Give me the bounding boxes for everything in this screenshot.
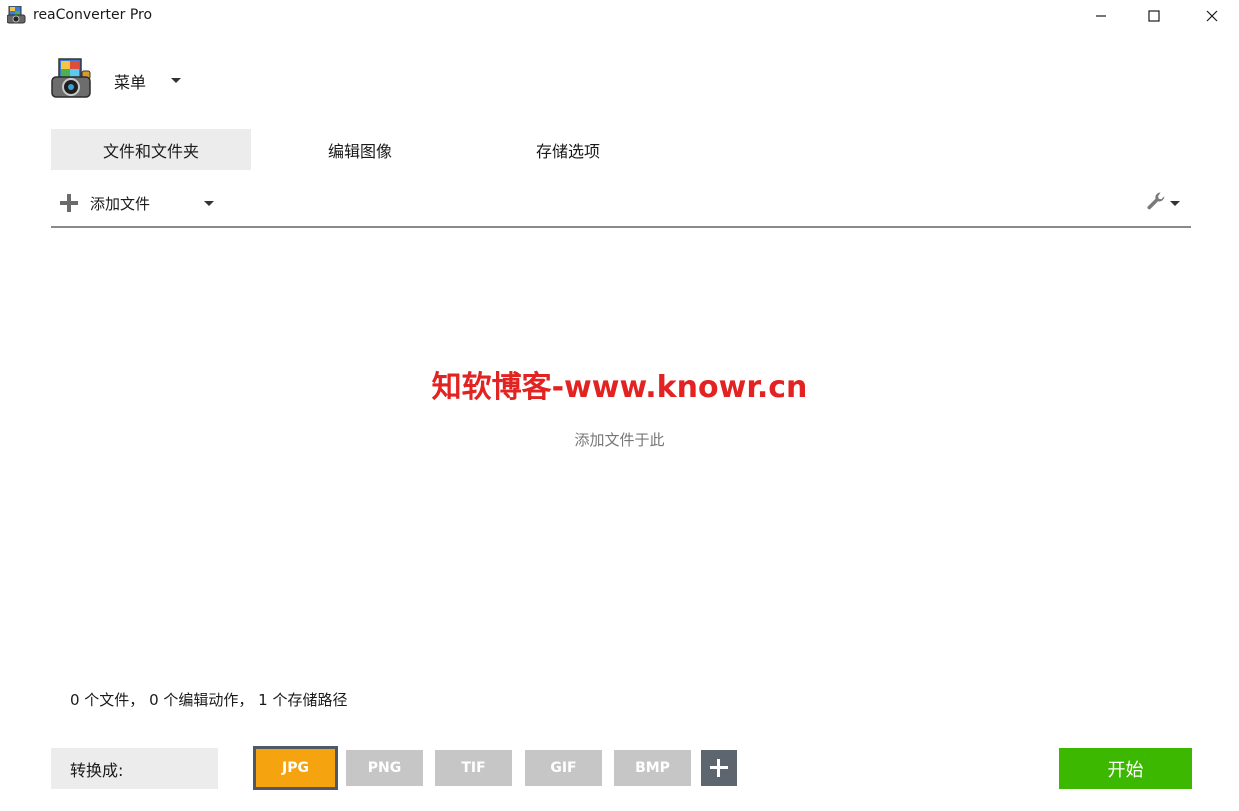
menu-label[interactable]: 菜单 xyxy=(114,69,146,93)
tab-saving-options[interactable]: 存储选项 xyxy=(468,129,668,170)
format-jpg-button[interactable]: JPG xyxy=(253,746,338,790)
tab-files-and-folders[interactable]: 文件和文件夹 xyxy=(51,129,251,170)
menu-dropdown-caret-icon[interactable] xyxy=(171,78,181,83)
maximize-button[interactable] xyxy=(1131,0,1177,32)
window-title: reaConverter Pro xyxy=(33,7,153,23)
close-button[interactable] xyxy=(1189,0,1235,32)
settings-button[interactable] xyxy=(1146,192,1186,214)
app-logo-icon[interactable] xyxy=(50,57,94,101)
wrench-icon xyxy=(1146,191,1166,215)
settings-dropdown-caret-icon xyxy=(1170,200,1180,206)
title-bar: reaConverter Pro xyxy=(0,0,1239,32)
watermark-text: 知软博客-www.knowr.cn xyxy=(431,370,808,405)
format-bmp-button[interactable]: BMP xyxy=(614,750,691,786)
toolbar-divider xyxy=(51,226,1191,228)
add-files-dropdown-caret-icon[interactable] xyxy=(204,201,214,206)
add-format-button[interactable] xyxy=(701,750,737,786)
format-png-button[interactable]: PNG xyxy=(346,750,423,786)
tab-edit-images[interactable]: 编辑图像 xyxy=(260,129,460,170)
status-summary: 0 个文件， 0 个编辑动作， 1 个存储路径 xyxy=(70,691,348,709)
format-gif-button[interactable]: GIF xyxy=(525,750,602,786)
plus-icon xyxy=(60,194,78,212)
start-button[interactable]: 开始 xyxy=(1059,748,1192,789)
convert-to-label: 转换成: xyxy=(51,748,218,789)
minimize-button[interactable] xyxy=(1078,0,1124,32)
app-icon xyxy=(6,5,27,24)
drop-hint: 添加文件于此 xyxy=(574,431,665,449)
format-tif-button[interactable]: TIF xyxy=(435,750,512,786)
add-files-label: 添加文件 xyxy=(90,194,151,213)
add-files-button[interactable]: 添加文件 xyxy=(60,191,150,215)
